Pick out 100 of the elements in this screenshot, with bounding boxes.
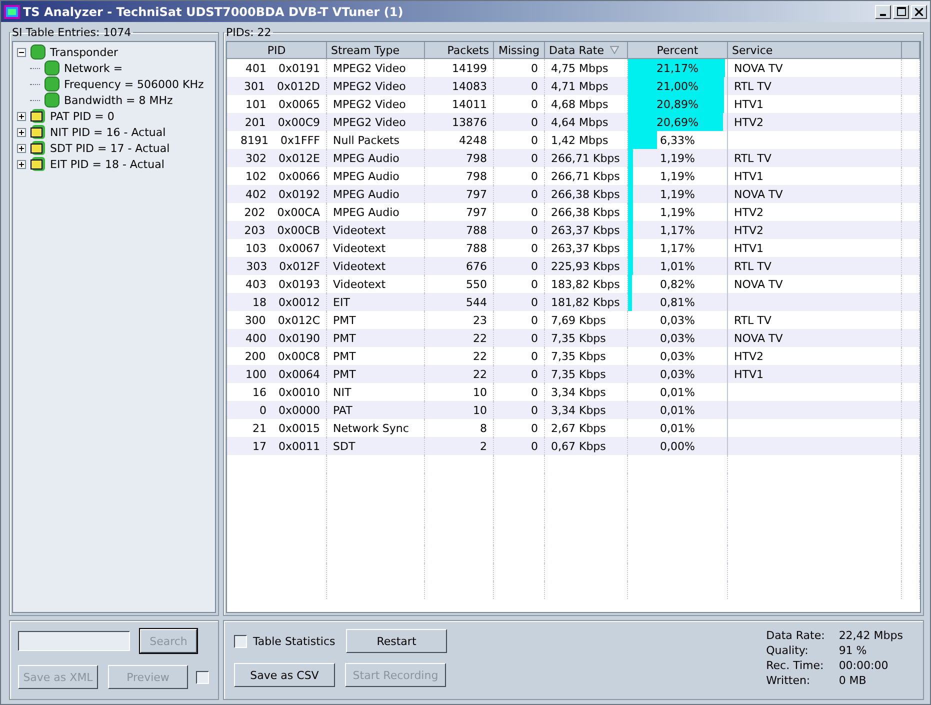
tree-item[interactable]: NIT PID = 16 - Actual: [50, 126, 166, 138]
table-cell: 10: [473, 386, 487, 398]
expand-icon[interactable]: [17, 144, 26, 152]
table-cell: 403: [245, 278, 266, 290]
column-header[interactable]: Percent: [628, 42, 728, 59]
table-cell: 0: [531, 62, 538, 74]
table-cell: 797: [466, 206, 487, 218]
table-cell: 21: [252, 422, 266, 434]
table-cell: 22: [473, 332, 487, 344]
table-cell: 0: [531, 314, 538, 326]
table-cell: 17: [252, 440, 266, 452]
table-icon: [30, 140, 46, 156]
table-cell: 788: [466, 224, 487, 236]
table-cell: 0,81%: [660, 296, 695, 308]
table-cell: 0: [531, 404, 538, 416]
table-cell: 23: [473, 314, 487, 326]
table-cell: 0: [259, 404, 266, 416]
table-cell: 0x0012: [278, 296, 320, 308]
collapse-icon[interactable]: [17, 48, 26, 56]
table-cell: 4248: [459, 134, 487, 146]
stat-label: Rec. Time:: [766, 659, 825, 672]
table-cell: Network Sync: [333, 422, 409, 434]
table-cell: 0,01%: [660, 386, 695, 398]
column-header[interactable]: Service: [728, 42, 902, 59]
table-cell: 1,19%: [660, 170, 695, 182]
table-cell: Videotext: [333, 224, 386, 236]
tree-item[interactable]: PAT PID = 0: [50, 110, 114, 122]
column-header[interactable]: Packets: [425, 42, 494, 59]
table-cell: 203: [244, 224, 266, 236]
table-cell: 1,19%: [660, 152, 695, 164]
table-cell: 22: [473, 368, 487, 380]
column-header[interactable]: Missing: [494, 42, 545, 59]
table-cell: 7,35 Kbps: [551, 368, 606, 380]
stat-value: 91 %: [838, 644, 868, 657]
expand-icon[interactable]: [17, 112, 26, 120]
table-cell: RTL TV: [734, 260, 772, 272]
tree-item[interactable]: SDT PID = 17 - Actual: [50, 142, 170, 154]
table-cell: 266,38 Kbps: [551, 188, 620, 200]
table-cell: HTV2: [734, 224, 764, 236]
tree-item[interactable]: Network =: [64, 62, 123, 74]
checkbox[interactable]: [196, 670, 209, 684]
tree-item[interactable]: EIT PID = 18 - Actual: [50, 158, 164, 170]
table-cell: 0: [531, 260, 538, 272]
table-cell: 18: [252, 296, 266, 308]
expand-icon[interactable]: [17, 160, 26, 168]
table-cell: 2,67 Kbps: [551, 422, 606, 434]
table-cell: MPEG2 Video: [333, 62, 406, 74]
column-header[interactable]: PID: [227, 42, 327, 59]
table-cell: PMT: [333, 332, 356, 344]
table-cell: 0x0190: [278, 332, 320, 344]
maximize-button[interactable]: [893, 4, 909, 18]
table-cell: RTL TV: [734, 152, 772, 164]
table-cell: 0: [531, 386, 538, 398]
table-cell: 8: [480, 422, 487, 434]
column-header[interactable]: Data Rate: [545, 42, 628, 59]
table-cell: MPEG Audio: [333, 152, 400, 164]
close-button[interactable]: [911, 4, 927, 18]
minimize-button[interactable]: [875, 4, 891, 18]
table-cell: 181,82 Kbps: [551, 296, 620, 308]
table-cell: 0x012F: [279, 260, 320, 272]
expand-icon[interactable]: [17, 128, 26, 136]
table-cell: 544: [466, 296, 487, 308]
column-header[interactable]: Stream Type: [327, 42, 425, 59]
tree-item[interactable]: Bandwidth = 8 MHz: [64, 94, 173, 106]
table-cell: 8191: [240, 134, 268, 146]
stat-value: 22,42 Mbps: [838, 629, 903, 642]
table-cell: 22: [473, 350, 487, 362]
table-cell: 0x0011: [278, 440, 320, 452]
table-cell: 0x1FFF: [280, 134, 320, 146]
table-cell: 0,03%: [660, 314, 695, 326]
table-cell: 266,71 Kbps: [551, 152, 620, 164]
table-statistics-checkbox[interactable]: Table Statistics: [234, 634, 336, 648]
table-cell: NOVA TV: [734, 278, 783, 290]
table-cell: 0x0064: [278, 368, 320, 380]
table-cell: 0: [531, 296, 538, 308]
table-cell: 0x012E: [278, 152, 320, 164]
table-cell: 0x0192: [278, 188, 320, 200]
table-cell: RTL TV: [734, 314, 772, 326]
close-icon: [915, 8, 923, 16]
table-cell: 798: [466, 170, 487, 182]
save-csv-button[interactable]: Save as CSV: [234, 663, 335, 687]
table-cell: RTL TV: [734, 80, 772, 92]
table-cell: 400: [245, 332, 266, 344]
tree-item[interactable]: Transponder: [50, 46, 118, 58]
table-cell: 0: [531, 422, 538, 434]
table-cell: MPEG Audio: [333, 188, 400, 200]
search-field[interactable]: [18, 631, 130, 651]
table-cell: 300: [244, 314, 266, 326]
table-cell: NOVA TV: [734, 332, 783, 344]
restart-button[interactable]: Restart: [346, 629, 447, 653]
rounded-square-icon: [30, 44, 46, 60]
tree-item[interactable]: Frequency = 506000 KHz: [64, 78, 204, 90]
table-cell: 3,34 Kbps: [551, 404, 606, 416]
table-cell: 788: [466, 242, 487, 254]
table-cell: 1,19%: [660, 206, 695, 218]
table-cell: 2: [480, 440, 487, 452]
table-cell: HTV1: [734, 170, 764, 182]
table-cell: 0: [531, 278, 538, 290]
stat-value: 00:00:00: [838, 659, 890, 672]
table-cell: NOVA TV: [734, 188, 783, 200]
